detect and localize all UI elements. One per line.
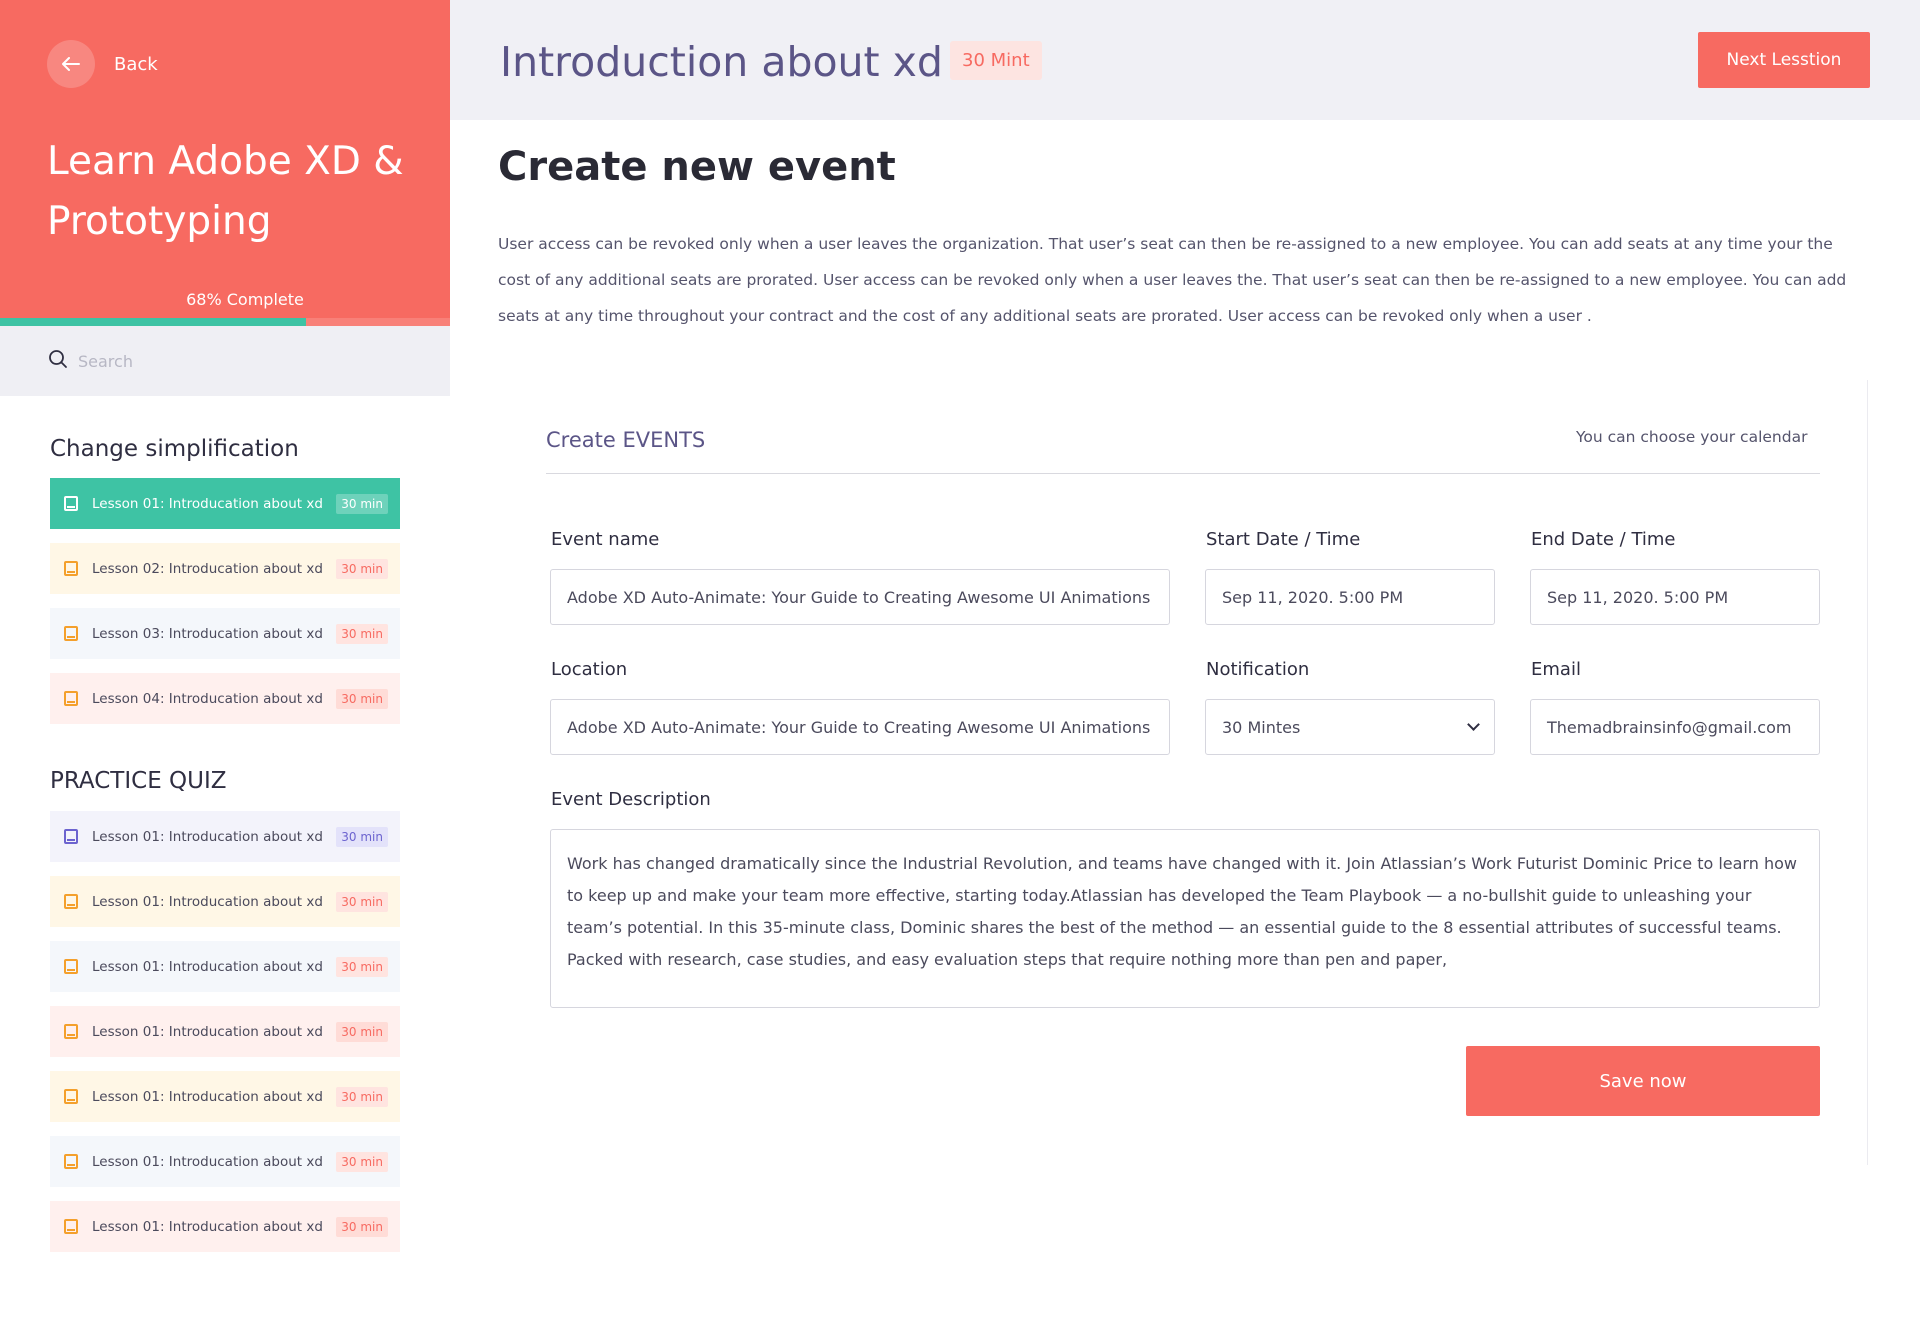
lesson-item[interactable]: Lesson 01: Introducation about xd 30 min [50,1006,400,1057]
lesson-item[interactable]: Lesson 02: Introducation about xd 30 min [50,543,400,594]
save-button[interactable]: Save now [1466,1046,1820,1116]
notification-label: Notification [1206,659,1310,680]
app: Back Learn Adobe XD & Prototyping 68% Co… [0,0,1920,1321]
progress-label: 68% Complete [186,290,304,309]
quiz-list: Lesson 01: Introducation about xd 30 min L… [50,811,400,1266]
lesson-duration-badge: 30 min [336,1021,388,1042]
progress-fill [0,318,306,326]
lesson-duration-badge: 30 min [336,493,388,514]
back-button[interactable]: Back [47,40,158,88]
course-title: Learn Adobe XD & Prototyping [47,139,404,244]
book-icon [64,894,78,909]
section-title: Change simplification [50,436,299,462]
progress-bar [0,318,450,326]
notification-value: 30 Mintes [1222,717,1301,737]
lesson-label: Lesson 01: Introducation about xd [92,828,323,845]
book-icon [64,959,78,974]
lesson-item[interactable]: Lesson 01: Introducation about xd 30 min [50,1201,400,1252]
lesson-label: Lesson 01: Introducation about xd [92,1218,323,1235]
book-icon [64,1154,78,1169]
lesson-label: Lesson 01: Introducation about xd [92,893,323,910]
lesson-item[interactable]: Lesson 01: Introducation about xd 30 min [50,478,400,529]
start-date-label: Start Date / Time [1206,529,1361,550]
lesson-item[interactable]: Lesson 01: Introducation about xd 30 min [50,1071,400,1122]
notification-select[interactable]: 30 Mintes [1205,699,1495,755]
form-title: Create EVENTS [546,428,706,452]
course-header: Back Learn Adobe XD & Prototyping 68% Co… [0,0,450,326]
lesson-duration-badge: 30 min [336,956,388,977]
lesson-header: Introduction about xd 30 Mint Next Lesst… [450,0,1920,120]
book-icon [64,561,78,576]
email-field[interactable]: Themadbrainsinfo@gmail.com [1530,699,1820,755]
lesson-duration-badge: 30 min [336,558,388,579]
event-name-field[interactable]: Adobe XD Auto-Animate: Your Guide to Cre… [550,569,1170,625]
end-date-label: End Date / Time [1531,529,1676,550]
lesson-item[interactable]: Lesson 01: Introducation about xd 30 min [50,941,400,992]
book-icon [64,1024,78,1039]
book-icon [64,1219,78,1234]
location-field[interactable]: Adobe XD Auto-Animate: Your Guide to Cre… [550,699,1170,755]
lesson-list: Lesson 01: Introducation about xd 30 min L… [50,478,400,738]
lesson-label: Lesson 01: Introducation about xd [92,1153,323,1170]
section-title: PRACTICE QUIZ [50,768,227,794]
lesson-duration-badge: 30 min [336,1086,388,1107]
lesson-label: Lesson 02: Introducation about xd [92,560,323,577]
calendar-hint[interactable]: You can choose your calendar [1576,428,1807,446]
book-icon [64,829,78,844]
lesson-item[interactable]: Lesson 01: Introducation about xd 30 min [50,1136,400,1187]
card-divider [1867,380,1868,1165]
lesson-duration-badge: 30 min [336,891,388,912]
duration-badge: 30 Mint [950,41,1042,80]
lesson-item[interactable]: Lesson 01: Introducation about xd 30 min [50,876,400,927]
book-icon [64,1089,78,1104]
lesson-duration-badge: 30 min [336,623,388,644]
lesson-duration-badge: 30 min [336,1216,388,1237]
description-textarea[interactable]: Work has changed dramatically since the … [550,829,1820,1008]
lesson-item[interactable]: Lesson 01: Introducation about xd 30 min [50,811,400,862]
lesson-label: Lesson 01: Introducation about xd [92,1023,323,1040]
back-label: Back [114,53,158,75]
lesson-duration-badge: 30 min [336,1151,388,1172]
page-title: Create new event [498,144,896,190]
lesson-item[interactable]: Lesson 04: Introducation about xd 30 min [50,673,400,724]
lesson-duration-badge: 30 min [336,688,388,709]
chevron-down-icon [1467,718,1480,731]
next-lesson-button[interactable]: Next Lesstion [1698,32,1870,88]
search-input[interactable] [78,351,378,371]
lesson-item[interactable]: Lesson 03: Introducation about xd 30 min [50,608,400,659]
lesson-label: Lesson 03: Introducation about xd [92,625,323,642]
lesson-duration-badge: 30 min [336,826,388,847]
email-label: Email [1531,659,1581,680]
lesson-label: Lesson 01: Introducation about xd [92,1088,323,1105]
event-name-label: Event name [551,529,660,550]
search-icon [48,349,68,373]
sidebar: Back Learn Adobe XD & Prototyping 68% Co… [0,0,450,1321]
start-date-field[interactable]: Sep 11, 2020. 5:00 PM [1205,569,1495,625]
book-icon [64,691,78,706]
lesson-title: Introduction about xd [500,38,943,86]
book-icon [64,496,78,511]
book-icon [64,626,78,641]
description-label: Event Description [551,789,711,810]
lesson-label: Lesson 01: Introducation about xd [92,958,323,975]
lesson-label: Lesson 01: Introducation about xd [92,495,323,512]
lesson-label: Lesson 04: Introducation about xd [92,690,323,707]
end-date-field[interactable]: Sep 11, 2020. 5:00 PM [1530,569,1820,625]
intro-text: User access can be revoked only when a u… [498,235,1847,325]
arrow-left-icon [47,40,95,88]
location-label: Location [551,659,628,680]
search-bar [0,326,450,396]
form-divider [546,473,1820,474]
